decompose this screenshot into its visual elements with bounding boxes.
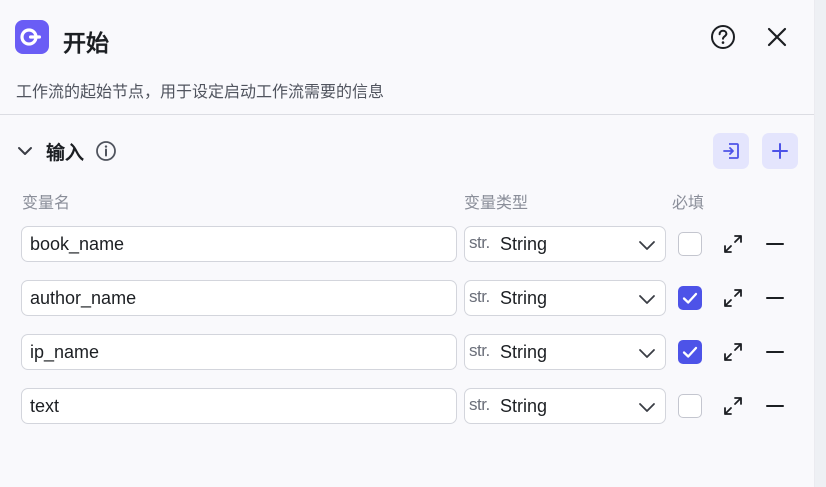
type-label: String (500, 288, 548, 308)
column-header-type: 变量类型 (464, 195, 529, 212)
type-prefix: str. (469, 287, 490, 306)
panel-header: 开始 (0, 0, 814, 76)
import-icon (723, 143, 739, 159)
remove-row-icon[interactable] (764, 395, 786, 417)
variable-name-input[interactable]: ip_name (21, 334, 457, 370)
right-edge-strip (815, 0, 826, 487)
remove-row-icon[interactable] (764, 287, 786, 309)
type-prefix: str. (469, 395, 490, 414)
check-icon (682, 346, 698, 358)
start-node-icon (15, 20, 49, 54)
type-prefix: str. (469, 341, 490, 360)
node-description: 工作流的起始节点，用于设定启动工作流需要的信息 (16, 84, 385, 101)
expand-icon[interactable] (722, 233, 744, 255)
type-label: String (500, 234, 548, 254)
expand-icon[interactable] (722, 395, 744, 417)
required-checkbox[interactable] (678, 394, 702, 418)
chevron-down-icon[interactable] (16, 142, 34, 160)
variable-name-input[interactable]: book_name (21, 226, 457, 262)
header-divider (0, 114, 814, 115)
help-circle-icon[interactable] (710, 24, 736, 50)
chevron-down-icon (639, 241, 655, 250)
import-button[interactable] (713, 133, 749, 169)
chevron-down-icon (639, 295, 655, 304)
plus-icon (772, 143, 788, 159)
required-checkbox[interactable] (678, 286, 702, 310)
column-header-name: 变量名 (22, 195, 71, 212)
required-checkbox[interactable] (678, 232, 702, 256)
variable-row: text str. String (0, 388, 814, 424)
type-label: String (500, 342, 548, 362)
variable-row: ip_name str. String (0, 334, 814, 370)
input-section-header: 输入 (0, 132, 814, 170)
variable-row: author_name str. String (0, 280, 814, 316)
add-variable-button[interactable] (762, 133, 798, 169)
variable-name-input[interactable]: author_name (21, 280, 457, 316)
variable-row: book_name str. String (0, 226, 814, 262)
column-header-required: 必填 (672, 195, 705, 212)
remove-row-icon[interactable] (764, 341, 786, 363)
close-icon[interactable] (765, 25, 789, 49)
variable-type-select[interactable]: str. String (464, 226, 666, 262)
section-title: 输入 (46, 143, 85, 164)
variable-type-select[interactable]: str. String (464, 280, 666, 316)
check-icon (682, 292, 698, 304)
chevron-down-icon (639, 403, 655, 412)
variable-type-select[interactable]: str. String (464, 388, 666, 424)
info-icon[interactable] (95, 140, 117, 162)
chevron-down-icon (639, 349, 655, 358)
type-label: String (500, 396, 548, 416)
type-prefix: str. (469, 233, 490, 252)
expand-icon[interactable] (722, 287, 744, 309)
variable-type-select[interactable]: str. String (464, 334, 666, 370)
expand-icon[interactable] (722, 341, 744, 363)
start-node-panel: 开始 工作流的起始节点，用于设定启动工作流需要的信息 输入 变量名 变量类型 必… (0, 0, 815, 487)
page-title: 开始 (63, 30, 109, 56)
variable-name-input[interactable]: text (21, 388, 457, 424)
remove-row-icon[interactable] (764, 233, 786, 255)
required-checkbox[interactable] (678, 340, 702, 364)
